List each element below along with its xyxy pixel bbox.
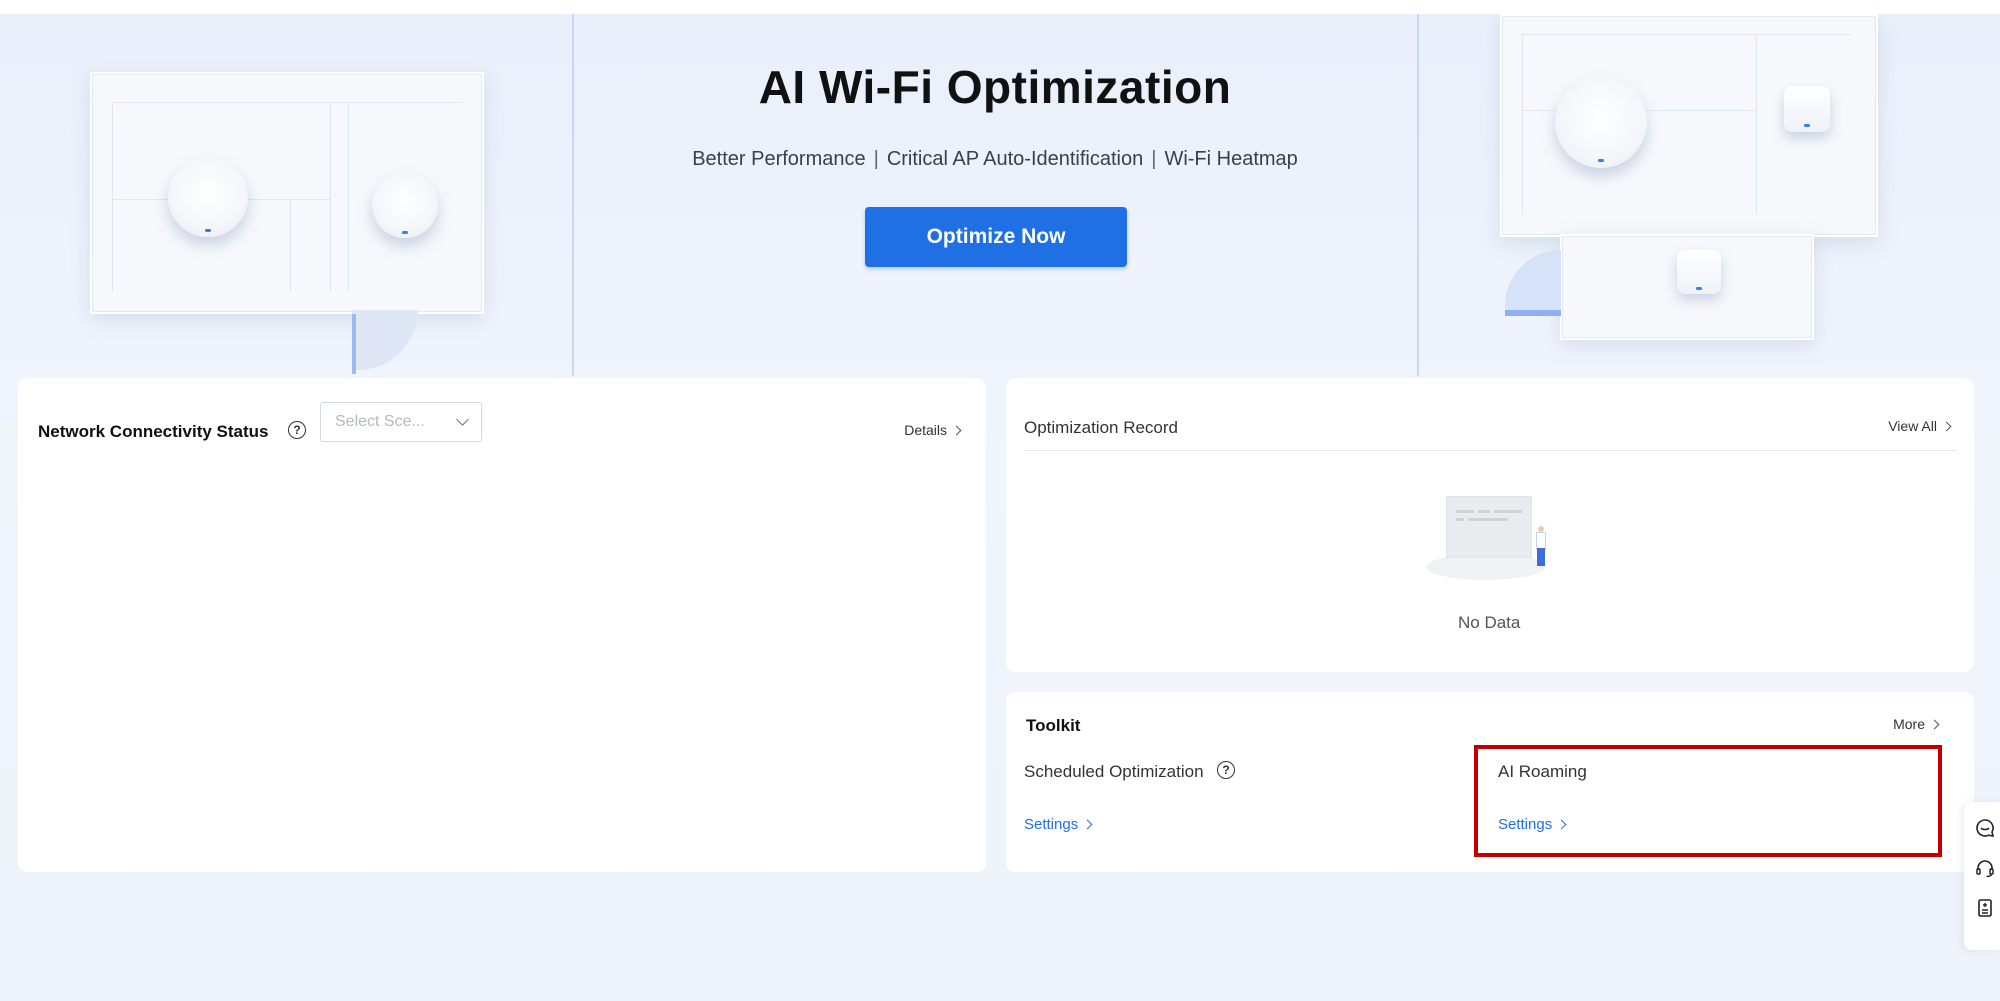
card-title: Toolkit bbox=[1026, 716, 1081, 735]
chevron-down-icon bbox=[456, 413, 469, 426]
access-point-icon bbox=[1677, 250, 1721, 294]
toolkit-item-label: Scheduled Optimization bbox=[1024, 762, 1204, 781]
network-connectivity-card: Network Connectivity Status ? Select Sce… bbox=[18, 378, 986, 872]
document-icon[interactable] bbox=[1975, 898, 1995, 918]
optimization-record-card: Optimization Record View All No Data bbox=[1006, 378, 1974, 672]
feature-item: Wi-Fi Heatmap bbox=[1164, 148, 1298, 170]
scenario-select-value: Select Sce... bbox=[335, 413, 425, 430]
chevron-right-icon bbox=[1929, 719, 1940, 729]
more-link[interactable]: More bbox=[1893, 716, 1940, 732]
feature-item: Critical AP Auto-Identification bbox=[886, 148, 1144, 170]
page-background: AI Wi-Fi Optimization Better Performance… bbox=[0, 14, 2000, 1001]
chevron-right-icon bbox=[1082, 819, 1093, 830]
feature-separator: | bbox=[1151, 148, 1157, 170]
help-icon[interactable]: ? bbox=[1217, 761, 1235, 779]
scenario-select[interactable]: Select Sce... bbox=[320, 402, 482, 442]
help-icon[interactable]: ? bbox=[288, 421, 306, 439]
empty-state-icon bbox=[1426, 496, 1566, 586]
more-label: More bbox=[1893, 716, 1925, 732]
optimize-now-button[interactable]: Optimize Now bbox=[865, 207, 1127, 267]
scheduled-optimization-settings-link[interactable]: Settings bbox=[1024, 816, 1093, 833]
card-title: Optimization Record bbox=[1024, 418, 1179, 437]
card-title: Network Connectivity Status bbox=[38, 422, 269, 441]
view-all-label: View All bbox=[1888, 418, 1937, 434]
feature-list: Better Performance | Critical AP Auto-Iden… bbox=[0, 148, 1990, 171]
view-all-link[interactable]: View All bbox=[1888, 418, 1952, 434]
details-link[interactable]: Details bbox=[904, 422, 962, 438]
access-point-icon bbox=[372, 172, 438, 238]
chevron-right-icon bbox=[951, 425, 962, 435]
chat-icon[interactable] bbox=[1975, 818, 1995, 838]
feature-separator: | bbox=[873, 148, 879, 170]
settings-label: Settings bbox=[1024, 816, 1079, 833]
headset-icon[interactable] bbox=[1975, 858, 1995, 878]
page-title: AI Wi-Fi Optimization bbox=[758, 61, 1232, 113]
highlight-box bbox=[1474, 745, 1942, 857]
no-data-text: No Data bbox=[1458, 613, 1521, 632]
details-label: Details bbox=[904, 422, 947, 438]
side-toolbar bbox=[1964, 802, 2000, 950]
feature-item: Better Performance bbox=[692, 148, 866, 170]
divider bbox=[1024, 450, 1956, 451]
chevron-right-icon bbox=[1941, 421, 1952, 431]
